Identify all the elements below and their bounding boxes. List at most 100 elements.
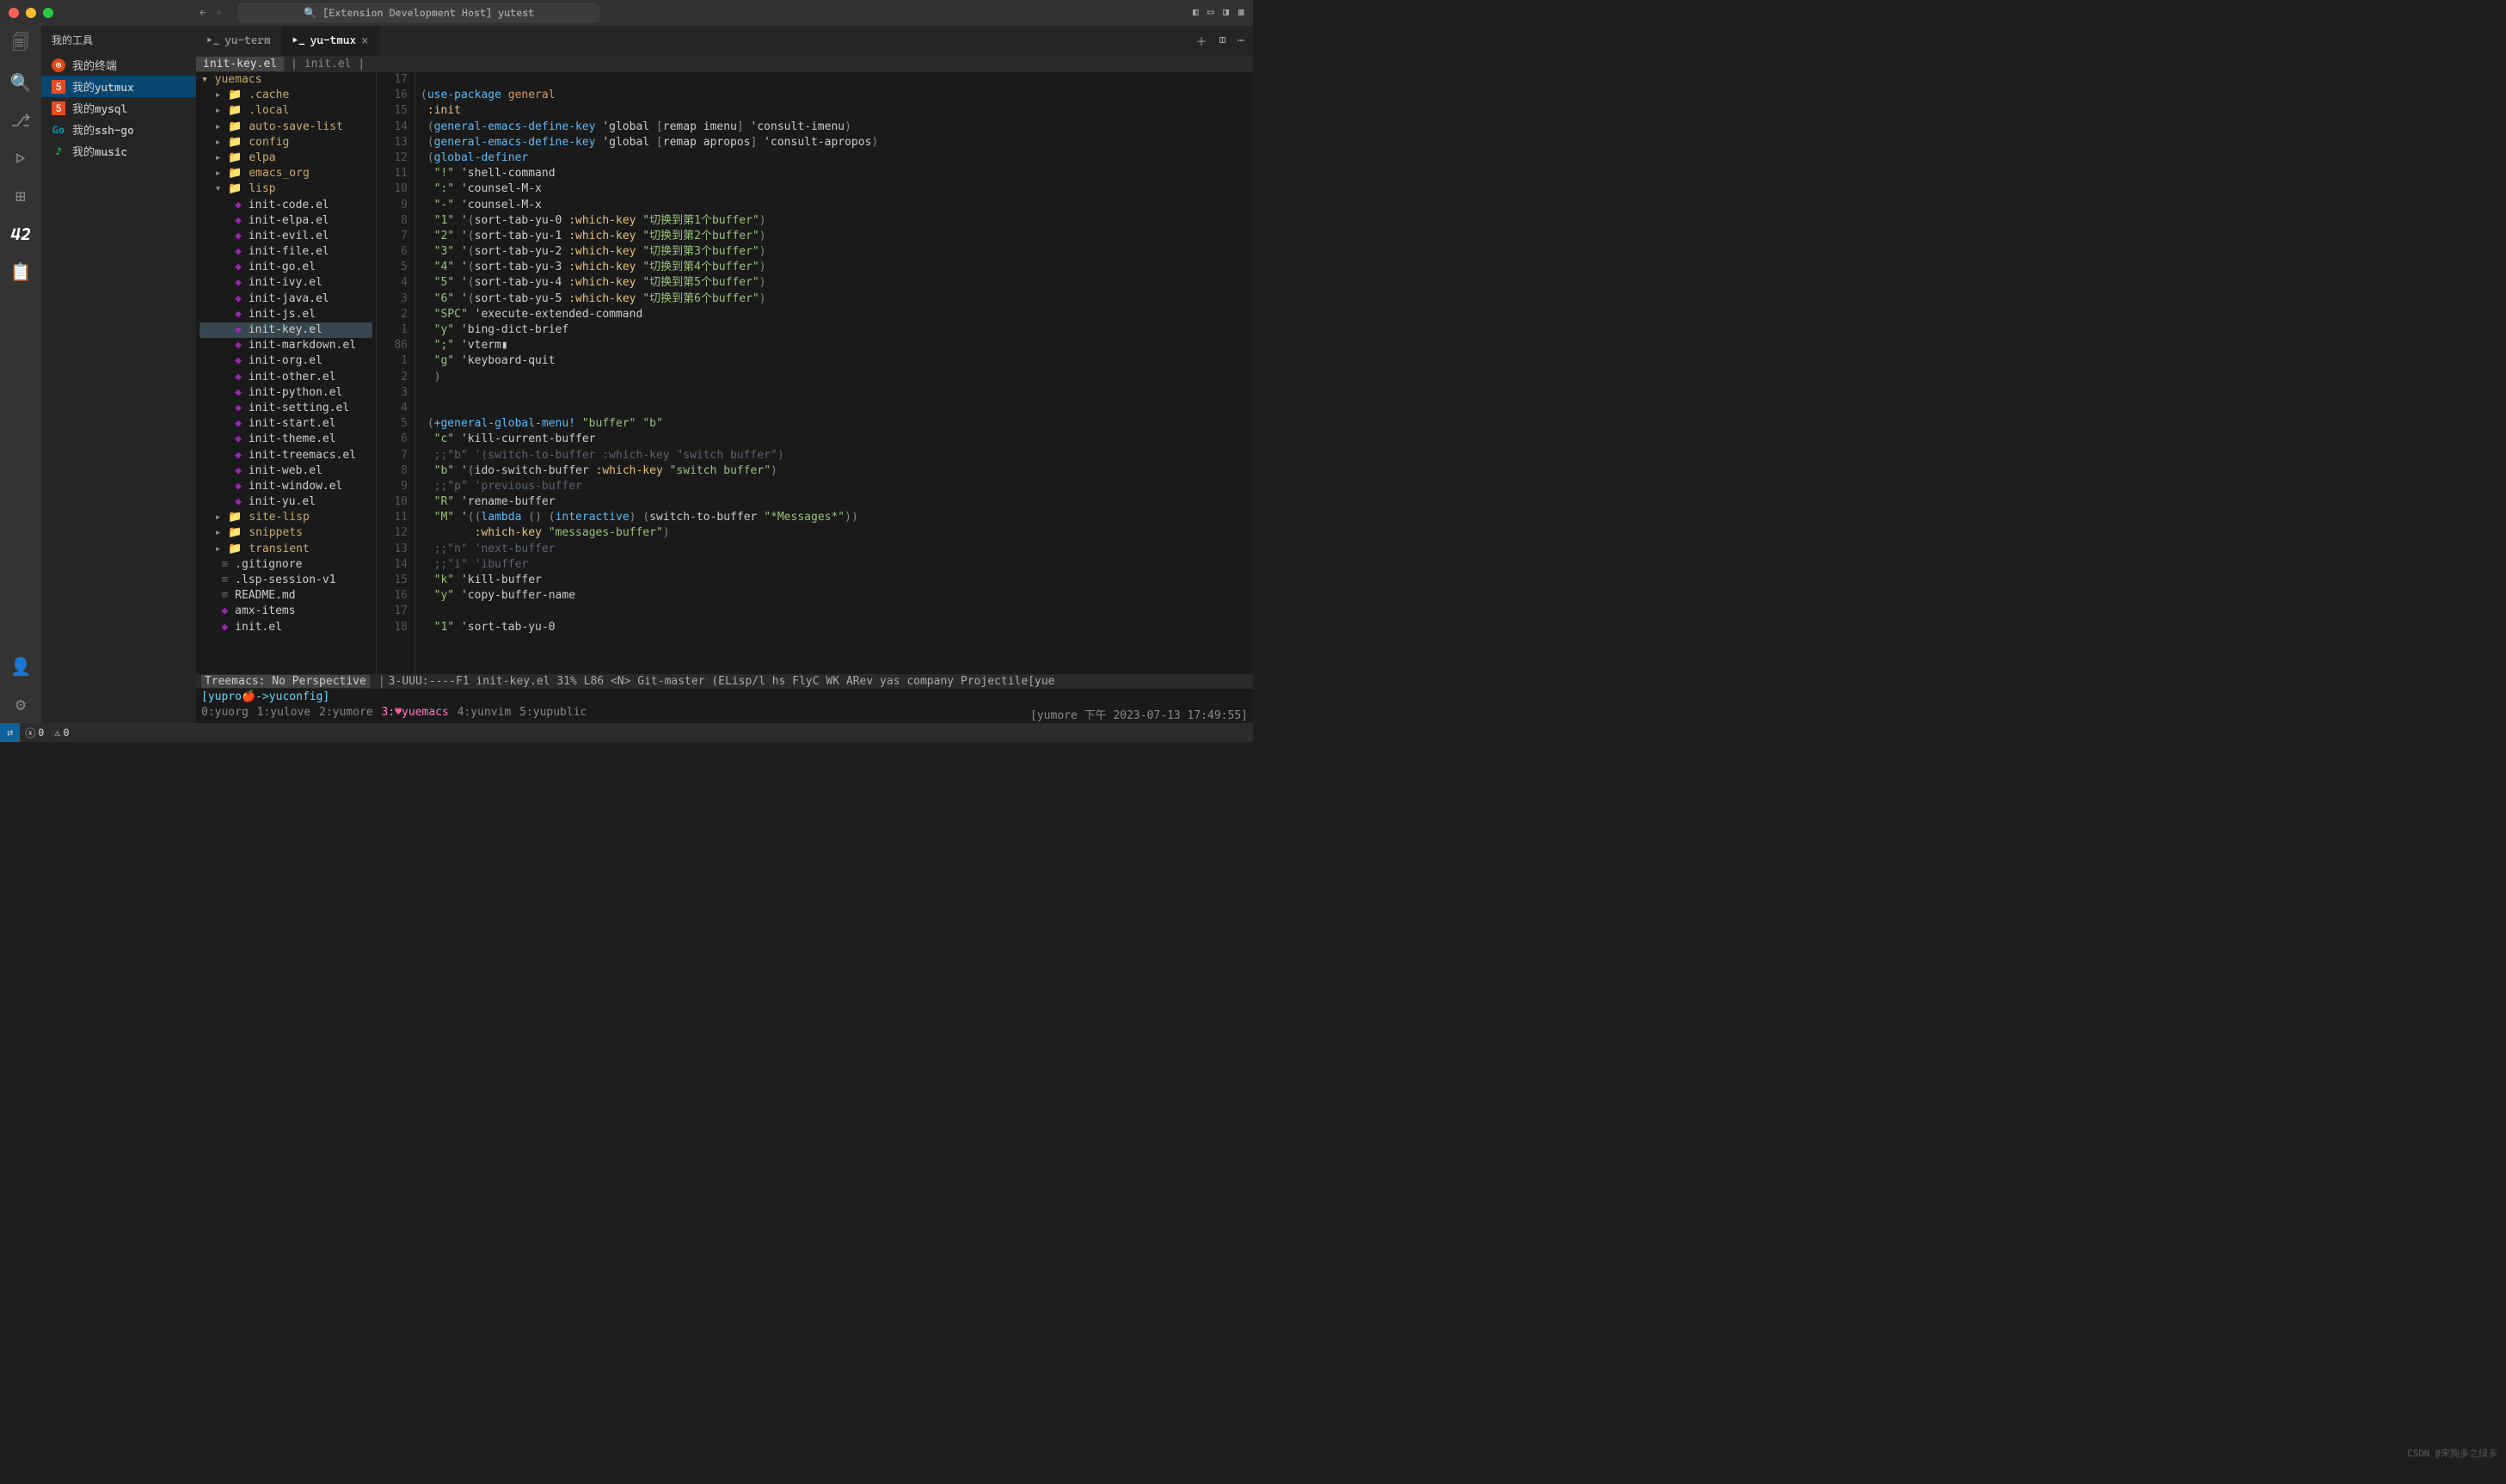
titlebar: ← → 🔍 [Extension Development Host] yutes… — [0, 0, 1253, 26]
more-actions-icon[interactable]: ⋯ — [1238, 34, 1244, 47]
explorer-icon[interactable]: 🗐 — [10, 34, 31, 55]
html-icon: 5 — [52, 80, 65, 94]
close-tab-icon[interactable]: × — [361, 34, 368, 48]
tree-node[interactable]: ◆ init-window.el — [200, 479, 372, 494]
emacs-tab-inactive[interactable]: | init.el | — [284, 57, 372, 71]
tree-node[interactable]: ◆ init.el — [200, 620, 372, 635]
source-control-icon[interactable]: ⎇ — [10, 110, 31, 131]
tree-node[interactable]: ▸ 📁 .local — [200, 103, 372, 119]
tree-node[interactable]: ◆ init-yu.el — [200, 494, 372, 510]
tree-node[interactable]: ◆ init-evil.el — [200, 229, 372, 244]
sidebar-item-3[interactable]: Go我的ssh-go — [41, 119, 196, 140]
tmux-window-yuorg[interactable]: 0:yuorg — [201, 706, 255, 719]
calendar-icon[interactable]: 📋 — [10, 261, 31, 282]
minimize-window-button[interactable] — [26, 8, 36, 18]
window-title: [Extension Development Host] yutest — [322, 7, 534, 19]
tree-node[interactable]: ▸ 📁 site-lisp — [200, 510, 372, 525]
tree-node[interactable]: ▸ 📁 elpa — [200, 150, 372, 166]
sidebar-item-4[interactable]: ♪我的music — [41, 140, 196, 162]
toggle-secondary-icon[interactable]: ◨ — [1223, 7, 1230, 20]
accounts-icon[interactable]: 👤 — [10, 656, 31, 677]
tree-node[interactable]: ◆ init-markdown.el — [200, 338, 372, 353]
editor-area: ▸_yu-term▸_yu-tmux× ＋ ◫ ⋯ init-key.el | … — [196, 26, 1253, 723]
sidebar-item-2[interactable]: 5我的mysql — [41, 97, 196, 119]
tree-node[interactable]: ◆ amx-items — [200, 604, 372, 619]
tmux-window-yunvim[interactable]: 4:yunvim — [458, 706, 518, 719]
tree-node[interactable]: ◆ init-treemacs.el — [200, 448, 372, 463]
tree-node[interactable]: ▸ 📁 snippets — [200, 525, 372, 541]
tab-yu-term[interactable]: ▸_yu-term — [196, 26, 282, 56]
run-debug-icon[interactable]: ▷ — [10, 148, 31, 169]
tree-root[interactable]: ▾ yuemacs — [200, 72, 372, 88]
emacs-tabline: init-key.el | init.el | — [196, 56, 1253, 72]
emacs-tab-active[interactable]: init-key.el — [196, 57, 284, 71]
html-icon: 5 — [52, 101, 65, 115]
toggle-sidebar-icon[interactable]: ◧ — [1193, 7, 1200, 20]
treemacs-panel[interactable]: ▾ yuemacs ▸ 📁 .cache ▸ 📁 .local ▸ 📁 auto… — [196, 72, 377, 674]
shell-prompt[interactable]: [yupro🍎->yuconfig] — [196, 689, 1253, 705]
settings-gear-icon[interactable]: ⚙ — [10, 694, 31, 714]
extensions-icon[interactable]: ⊞ — [10, 186, 31, 206]
tree-node[interactable]: ◆ init-start.el — [200, 416, 372, 432]
tree-node[interactable]: ◆ init-theme.el — [200, 432, 372, 447]
tree-node[interactable]: ◆ init-web.el — [200, 463, 372, 479]
tree-node[interactable]: ≡ .lsp-session-v1 — [200, 573, 372, 588]
nav-arrows: ← → — [200, 7, 221, 20]
emacs-body: ▾ yuemacs ▸ 📁 .cache ▸ 📁 .local ▸ 📁 auto… — [196, 72, 1253, 674]
prompt-text: [yupro🍎->yuconfig] — [201, 690, 329, 703]
tree-node[interactable]: ◆ init-key.el — [200, 322, 372, 338]
tree-node[interactable]: ◆ init-ivy.el — [200, 275, 372, 291]
tree-node[interactable]: ≡ README.md — [200, 588, 372, 604]
tree-node[interactable]: ◆ init-python.el — [200, 385, 372, 401]
nav-forward-icon[interactable]: → — [215, 7, 222, 20]
tab-actions: ＋ ◫ ⋯ — [1196, 26, 1253, 56]
tree-node[interactable]: ◆ init-code.el — [200, 198, 372, 213]
search-icon[interactable]: 🔍 — [10, 72, 31, 93]
tree-node[interactable]: ◆ init-setting.el — [200, 401, 372, 416]
new-tab-icon[interactable]: ＋ — [1196, 33, 1207, 49]
tree-node[interactable]: ≡ .gitignore — [200, 557, 372, 573]
main-area: 🗐 🔍 ⎇ ▷ ⊞ 42 📋 👤 ⚙ 我的工具 ◉我的终端5我的yutmux5我… — [0, 26, 1253, 723]
problems-errors[interactable]: ⓧ 0 — [20, 726, 49, 740]
tree-node[interactable]: ◆ init-file.el — [200, 244, 372, 260]
tree-node[interactable]: ◆ init-org.el — [200, 353, 372, 369]
tree-node[interactable]: ▾ 📁 lisp — [200, 181, 372, 197]
close-window-button[interactable] — [9, 8, 19, 18]
tree-node[interactable]: ◆ init-elpa.el — [200, 213, 372, 229]
problems-warnings[interactable]: ⚠ 0 — [49, 727, 74, 739]
tree-node[interactable]: ▸ 📁 emacs_org — [200, 166, 372, 181]
maximize-window-button[interactable] — [43, 8, 53, 18]
sidebar-title: 我的工具 — [41, 26, 196, 54]
tmux-window-yuemacs[interactable]: 3:♥yuemacs — [382, 706, 456, 719]
layout-controls: ◧ ▭ ◨ ▦ — [1193, 7, 1245, 20]
split-editor-icon[interactable]: ◫ — [1219, 34, 1226, 47]
terminal-content[interactable]: init-key.el | init.el | ▾ yuemacs ▸ 📁 .c… — [196, 56, 1253, 723]
nav-back-icon[interactable]: ← — [200, 7, 206, 20]
tree-node[interactable]: ▸ 📁 auto-save-list — [200, 120, 372, 135]
custom-tool-icon[interactable]: 42 — [10, 224, 31, 244]
tmux-window-yulove[interactable]: 1:yulove — [257, 706, 317, 719]
tree-node[interactable]: ▸ 📁 transient — [200, 542, 372, 557]
modeline-left: Treemacs: No Perspective — [201, 675, 370, 688]
tree-node[interactable]: ◆ init-js.el — [200, 307, 372, 322]
sidebar-item-0[interactable]: ◉我的终端 — [41, 54, 196, 76]
activity-bar: 🗐 🔍 ⎇ ▷ ⊞ 42 📋 👤 ⚙ — [0, 26, 41, 723]
toggle-panel-icon[interactable]: ▭ — [1207, 7, 1214, 20]
modeline-info: 3-UUU:----F1 init-key.el 31% L86 <N> Git… — [389, 675, 1055, 688]
code-area[interactable]: 1716151413121110987654321861234567891011… — [377, 72, 1253, 674]
remote-indicator[interactable]: ⇄ — [0, 723, 20, 742]
code-lines[interactable]: (use-package general :init (general-emac… — [415, 72, 1253, 674]
tab-yu-tmux[interactable]: ▸_yu-tmux× — [282, 26, 380, 56]
tmux-window-yumore[interactable]: 2:yumore — [319, 706, 379, 719]
command-center[interactable]: 🔍 [Extension Development Host] yutest — [238, 3, 599, 22]
customize-layout-icon[interactable]: ▦ — [1238, 7, 1244, 20]
tree-node[interactable]: ◆ init-java.el — [200, 291, 372, 307]
tmux-window-yupublic[interactable]: 5:yupublic — [519, 706, 587, 719]
sidebar-item-1[interactable]: 5我的yutmux — [41, 76, 196, 97]
tree-node[interactable]: ◆ init-go.el — [200, 260, 372, 275]
tree-node[interactable]: ▸ 📁 config — [200, 135, 372, 150]
tree-node[interactable]: ◆ init-other.el — [200, 370, 372, 385]
go-icon: Go — [52, 123, 65, 137]
tmux-status: 0:yuorg 1:yulove 2:yumore 3:♥yuemacs 4:y… — [196, 705, 1253, 723]
tree-node[interactable]: ▸ 📁 .cache — [200, 88, 372, 103]
